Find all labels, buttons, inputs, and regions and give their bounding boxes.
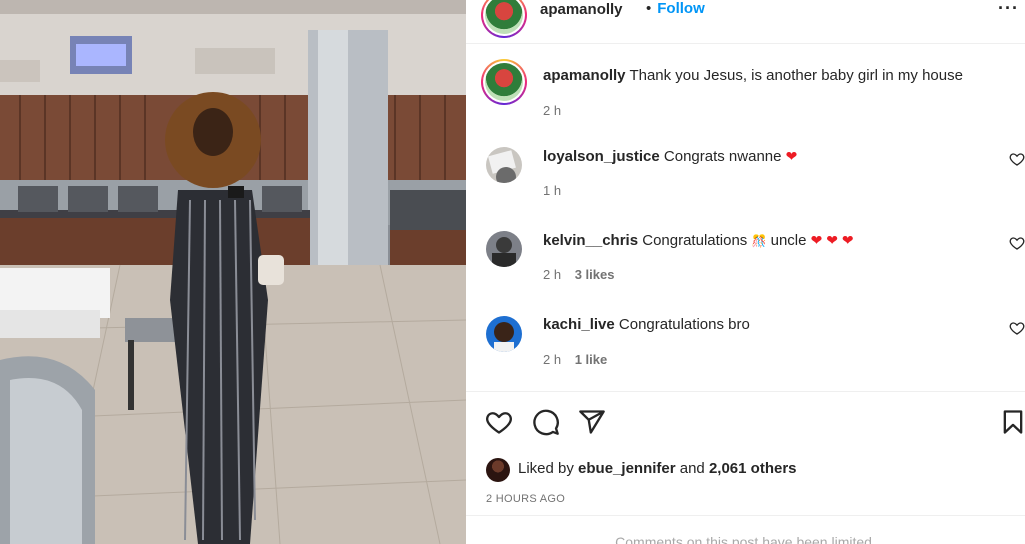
comment-item: kelvin__chris Congratulations 🎊 uncle ❤ … <box>466 231 1025 301</box>
caption-avatar[interactable] <box>481 59 527 105</box>
comment-meta: 2 h 1 like <box>543 352 607 367</box>
comment-like-heart-icon[interactable] <box>1009 320 1025 336</box>
comment-item: loyalson_justice Congrats nwanne ❤ 1 h <box>466 147 1025 217</box>
comment-body-2: uncle <box>770 232 807 249</box>
caption-username[interactable]: apamanolly <box>543 67 626 84</box>
commenter-avatar[interactable] <box>486 316 522 352</box>
restaurant-photo-illustration <box>0 0 466 544</box>
comment-body: Congratulations <box>642 232 748 249</box>
comment-time[interactable]: 2 h <box>543 352 561 367</box>
comment-meta: 2 h 3 likes <box>543 267 614 282</box>
post-photo[interactable] <box>0 0 466 544</box>
comment-time[interactable]: 2 h <box>543 267 561 282</box>
party-emoji: 🎊 <box>751 234 767 248</box>
comment-likes[interactable]: 1 like <box>575 352 608 367</box>
liker-avatar[interactable] <box>486 458 510 482</box>
comment-text: kelvin__chris Congratulations 🎊 uncle ❤ … <box>543 231 983 250</box>
header-separator: • <box>646 0 652 17</box>
comment-text: kachi_live Congratulations bro <box>543 316 983 334</box>
post-header: apamanolly • Follow ··· <box>466 0 1025 44</box>
bookmark-icon[interactable] <box>999 408 1025 436</box>
likes-others[interactable]: 2,061 others <box>709 460 797 477</box>
comment-text: loyalson_justice Congrats nwanne ❤ <box>543 147 983 166</box>
comments-divider <box>466 515 1025 516</box>
author-username[interactable]: apamanolly <box>540 1 623 18</box>
comment-icon[interactable] <box>532 408 560 436</box>
author-avatar[interactable] <box>481 0 527 38</box>
comment-like-heart-icon[interactable] <box>1009 151 1025 167</box>
post-timestamp[interactable]: 2 HOURS AGO <box>486 493 565 505</box>
comment-time[interactable]: 1 h <box>543 183 561 198</box>
caption-timestamp[interactable]: 2 h <box>543 103 561 118</box>
like-heart-icon[interactable] <box>485 408 513 436</box>
caption-text: apamanolly Thank you Jesus, is another b… <box>543 67 1013 85</box>
comments-limited-notice: Comments on this post have been limited. <box>615 534 876 544</box>
comment-body: Congratulations bro <box>618 316 750 333</box>
likes-and: and <box>679 460 705 477</box>
more-options-icon[interactable]: ··· <box>998 0 1019 19</box>
actions-divider <box>466 391 1025 392</box>
follow-label[interactable]: Follow <box>657 0 705 17</box>
share-icon[interactable] <box>578 408 606 436</box>
commenter-avatar[interactable] <box>486 231 522 267</box>
comment-username[interactable]: loyalson_justice <box>543 148 660 165</box>
commenter-avatar[interactable] <box>486 147 522 183</box>
caption-body: Thank you Jesus, is another baby girl in… <box>629 67 963 84</box>
comment-body: Congrats nwanne <box>663 148 782 165</box>
comment-item: kachi_live Congratulations bro 2 h 1 lik… <box>466 316 1025 386</box>
liker-username[interactable]: ebue_jennifer <box>578 460 676 477</box>
comment-username[interactable]: kelvin__chris <box>543 232 638 249</box>
follow-button[interactable]: • Follow <box>646 0 705 17</box>
comment-like-heart-icon[interactable] <box>1009 235 1025 251</box>
likes-prefix: Liked by <box>518 460 574 477</box>
heart-emoji: ❤ <box>785 148 798 164</box>
post-side-panel: apamanolly • Follow ··· apamanolly Thank … <box>466 0 1025 544</box>
comment-username[interactable]: kachi_live <box>543 316 615 333</box>
hearts-emoji: ❤ ❤ ❤ <box>810 232 854 248</box>
comment-meta: 1 h <box>543 183 561 198</box>
comment-likes[interactable]: 3 likes <box>575 267 615 282</box>
